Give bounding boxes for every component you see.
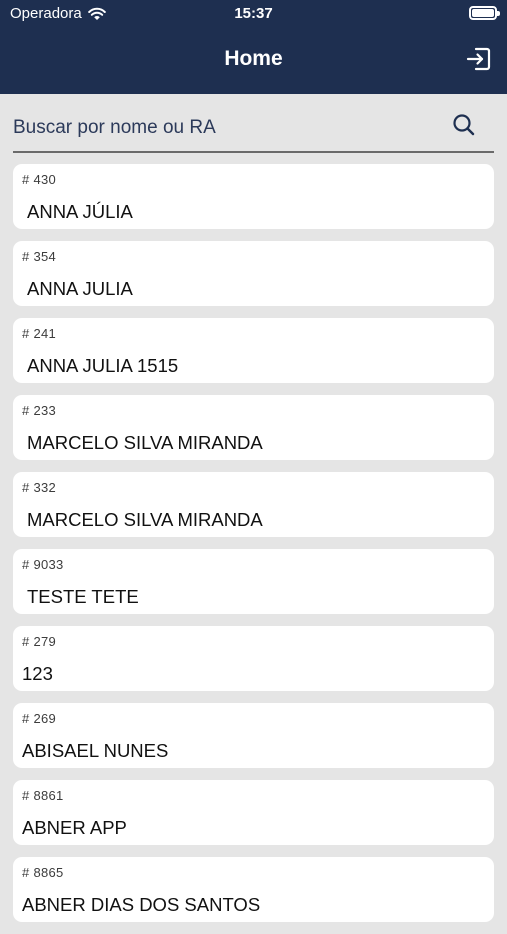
search-input[interactable]	[13, 106, 443, 148]
student-name: 123	[22, 663, 53, 684]
student-id: # 241	[22, 326, 57, 341]
student-card[interactable]: # 332 MARCELO SILVA MIRANDA	[13, 472, 494, 537]
student-card[interactable]: # 241 ANNA JULIA 1515	[13, 318, 494, 383]
student-id: # 430	[22, 172, 57, 187]
search-icon[interactable]	[452, 113, 476, 137]
student-card[interactable]: # 354 ANNA JULIA	[13, 241, 494, 306]
student-name: ABISAEL NUNES	[22, 740, 169, 761]
student-card[interactable]: # 233 MARCELO SILVA MIRANDA	[13, 395, 494, 460]
student-name: ANNA JULIA	[27, 278, 133, 299]
student-id: # 8861	[22, 788, 64, 803]
status-bar: Operadora 15:37	[0, 0, 507, 30]
search-bar	[13, 106, 494, 153]
student-id: # 269	[22, 711, 57, 726]
student-name: MARCELO SILVA MIRANDA	[27, 509, 263, 530]
battery-icon	[469, 6, 500, 20]
student-name: ABNER DIAS DOS SANTOS	[22, 894, 261, 915]
student-card[interactable]: # 269 ABISAEL NUNES	[13, 703, 494, 768]
student-name: ABNER APP	[22, 817, 127, 838]
student-name: ANNA JÚLIA	[27, 201, 133, 222]
student-name: MARCELO SILVA MIRANDA	[27, 432, 263, 453]
student-id: # 233	[22, 403, 57, 418]
student-id: # 332	[22, 480, 57, 495]
student-id: # 8865	[22, 865, 64, 880]
student-id: # 354	[22, 249, 57, 264]
student-card[interactable]: # 430 ANNA JÚLIA	[13, 164, 494, 229]
student-card[interactable]: # 279 123	[13, 626, 494, 691]
student-card[interactable]: # 8861 ABNER APP	[13, 780, 494, 845]
app-header: Operadora 15:37 Home	[0, 0, 507, 94]
page-title: Home	[224, 47, 283, 70]
student-name: TESTE TETE	[27, 586, 139, 607]
status-time: 15:37	[234, 5, 273, 22]
student-name: ANNA JULIA 1515	[27, 355, 179, 376]
student-card[interactable]: # 8865 ABNER DIAS DOS SANTOS	[13, 857, 494, 922]
student-id: # 9033	[22, 557, 64, 572]
student-id: # 279	[22, 634, 57, 649]
logout-icon[interactable]	[466, 46, 492, 72]
student-list: # 430 ANNA JÚLIA # 354 ANNA JULIA # 241 ANNA …	[13, 164, 494, 934]
student-card[interactable]: # 9033 TESTE TETE	[13, 549, 494, 614]
